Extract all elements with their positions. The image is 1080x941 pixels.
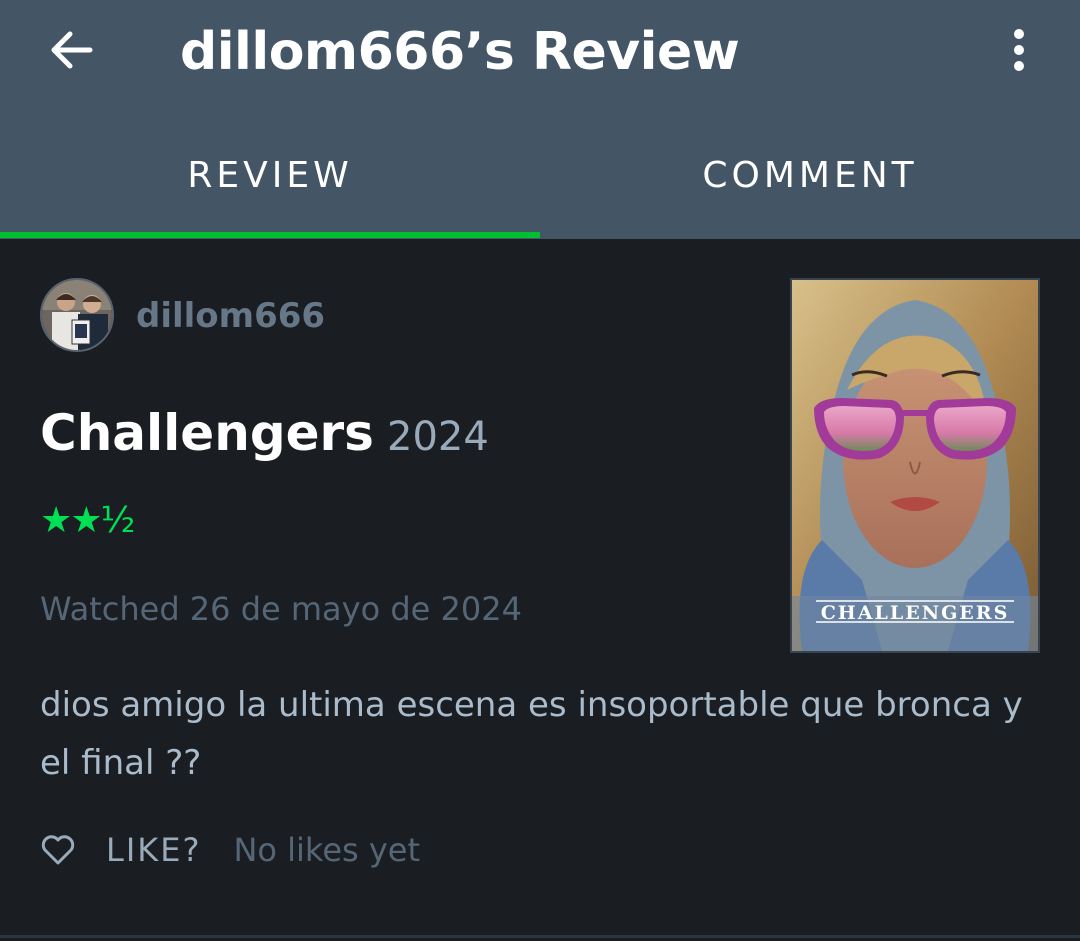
active-tab-indicator (0, 232, 540, 238)
avatar-image (42, 280, 112, 350)
film-heading: Challengers 2024 (40, 404, 489, 462)
star-rating: ★★½ (40, 500, 135, 541)
heart-icon[interactable] (40, 832, 76, 868)
likes-count: No likes yet (233, 831, 421, 869)
tab-bar: REVIEW COMMENT (0, 112, 1080, 239)
page-title: dillom666’s Review (180, 22, 740, 82)
arrow-left-icon[interactable] (44, 26, 96, 74)
more-vertical-icon[interactable] (1004, 26, 1034, 74)
review-body: dios amigo la ultima escena es insoporta… (40, 685, 1023, 783)
tab-comment[interactable]: COMMENT (540, 112, 1080, 239)
app-header: dillom666’s Review (0, 0, 1080, 112)
tab-review[interactable]: REVIEW (0, 112, 540, 239)
avatar[interactable] (40, 278, 114, 352)
like-button[interactable]: LIKE? (106, 831, 201, 869)
watched-date: Watched 26 de mayo de 2024 (40, 590, 522, 628)
poster-title-text: CHALLENGERS (821, 602, 1010, 624)
divider (0, 935, 1080, 938)
film-year[interactable]: 2024 (387, 414, 489, 460)
like-row: LIKE? No likes yet (40, 826, 420, 874)
film-poster[interactable]: CHALLENGERS (790, 278, 1040, 653)
film-title[interactable]: Challengers (40, 404, 374, 462)
poster-artwork: CHALLENGERS (792, 280, 1038, 651)
review-author[interactable]: dillom666 (136, 296, 325, 336)
